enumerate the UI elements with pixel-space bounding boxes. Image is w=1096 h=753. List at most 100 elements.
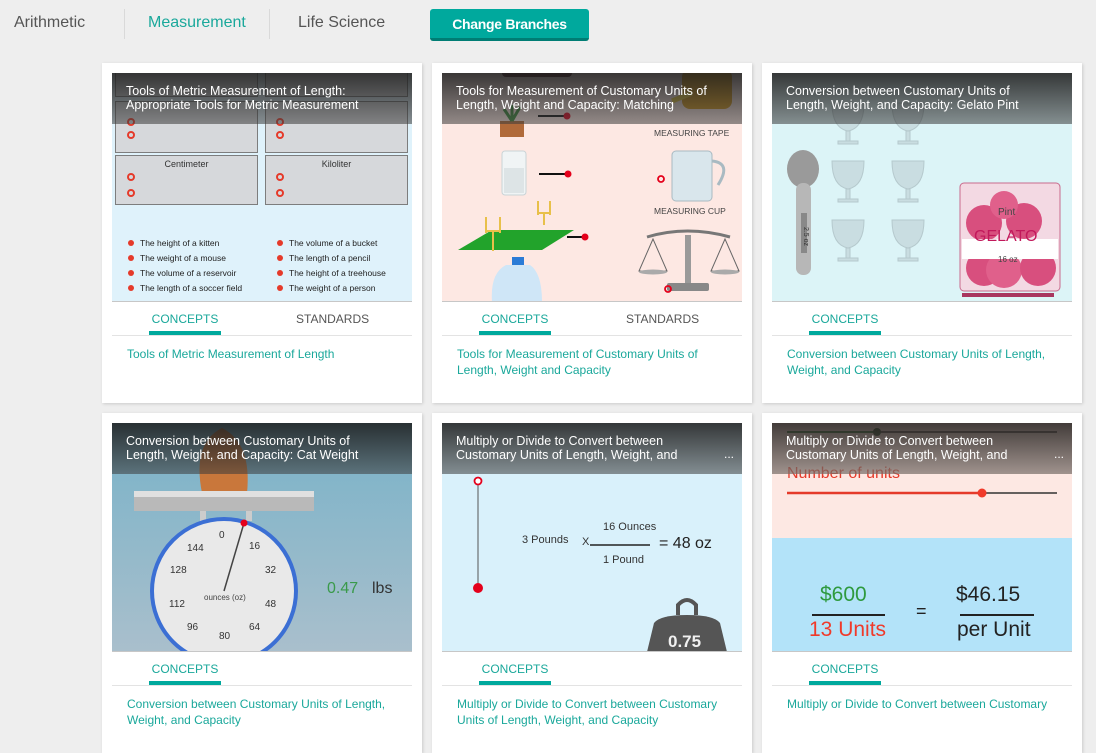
dial-label: 0 <box>219 530 225 541</box>
tab-concepts[interactable]: CONCEPTS <box>479 662 551 676</box>
draggable-item: The height of a kitten <box>140 238 220 248</box>
title-overlay: Multiply or Divide to Convert between Cu… <box>442 423 742 474</box>
ring-icon <box>127 189 135 197</box>
dial-label: 32 <box>265 565 277 576</box>
milk-jug-icon <box>491 265 542 301</box>
tab-concepts[interactable]: CONCEPTS <box>149 312 221 326</box>
title-overlay: Conversion between Customary Units of Le… <box>112 423 412 474</box>
tab-standards[interactable]: STANDARDS <box>626 312 699 326</box>
tab-concepts[interactable]: CONCEPTS <box>479 312 551 326</box>
measuring-cup-icon <box>671 150 713 202</box>
title-overlay: Conversion between Customary Units of Le… <box>772 73 1072 124</box>
tab-concepts[interactable]: CONCEPTS <box>149 662 221 676</box>
unit-rate-label: per Unit <box>957 618 1031 641</box>
card-tabs: CONCEPTS <box>772 303 1072 336</box>
slider-top-handle <box>473 476 483 486</box>
activity-thumbnail[interactable]: Number of units $600 13 Units = $46.15 p… <box>772 423 1072 652</box>
draggable-item: The length of a soccer field <box>140 283 243 293</box>
drop-box-centimeter: Centimeter <box>115 155 258 205</box>
concept-link[interactable]: Multiply or Divide to Convert between Cu… <box>457 696 737 728</box>
activity-title: Conversion between Customary Units of Le… <box>786 84 1019 112</box>
connector-dot <box>581 233 589 241</box>
concept-link[interactable]: Conversion between Customary Units of Le… <box>127 696 407 728</box>
title-overlay: Tools of Metric Measurement of Length: A… <box>112 73 412 124</box>
pint-label: Pint <box>998 207 1016 218</box>
title-overlay: Multiply or Divide to Convert between Cu… <box>772 423 1072 474</box>
dial-label: 96 <box>187 622 199 633</box>
ring-icon <box>127 131 135 139</box>
lhs-value: 3 Pounds <box>522 534 569 546</box>
result-value: = 48 oz <box>659 535 712 552</box>
title-overlay: Tools for Measurement of Customary Units… <box>442 73 742 124</box>
branch-tab-measurement[interactable]: Measurement <box>148 14 246 32</box>
bullet-icon <box>128 255 134 261</box>
tab-standards[interactable]: STANDARDS <box>296 312 369 326</box>
draggable-item: The weight of a mouse <box>140 253 226 263</box>
draggable-item: The volume of a bucket <box>289 238 378 248</box>
drop-box-kiloliter: Kiloliter <box>265 155 408 205</box>
activity-card: 3 Pounds X 16 Ounces 1 Pound = 48 oz 0.7… <box>432 413 752 753</box>
activity-thumbnail[interactable]: 2.5 oz Pint GELATO 16 oz Conversion betw… <box>772 73 1072 302</box>
card-tabs: CONCEPTS STANDARDS <box>112 303 412 336</box>
activity-thumbnail[interactable]: 0 16 32 48 64 80 96 112 128 144 ounces (… <box>112 423 412 652</box>
activity-thumbnail[interactable]: 3 Pounds X 16 Ounces 1 Pound = 48 oz 0.7… <box>442 423 742 652</box>
activity-title: Conversion between Customary Units of Le… <box>126 434 359 462</box>
ring-icon <box>276 131 284 139</box>
active-tab-indicator <box>149 681 221 685</box>
activity-thumbnail[interactable]: Centimeter Kiloliter The height of a kit… <box>112 73 412 302</box>
concept-link[interactable]: Tools of Metric Measurement of Length <box>127 346 407 362</box>
more-ellipsis: ... <box>1053 447 1064 461</box>
activity-title: Multiply or Divide to Convert between Cu… <box>786 434 1008 462</box>
gelato-label: GELATO <box>974 228 1038 245</box>
divider <box>124 9 125 39</box>
weight-value: 0.75 <box>668 632 702 651</box>
concept-link[interactable]: Conversion between Customary Units of Le… <box>787 346 1067 378</box>
concept-link[interactable]: Multiply or Divide to Convert between Cu… <box>787 696 1067 712</box>
tab-concepts[interactable]: CONCEPTS <box>809 312 881 326</box>
active-tab-indicator <box>149 331 221 335</box>
scale-platform <box>134 497 314 511</box>
activity-title: Multiply or Divide to Convert between Cu… <box>456 434 678 462</box>
activity-title: Tools for Measurement of Customary Units… <box>456 84 707 112</box>
change-branches-button[interactable]: Change Branches <box>430 9 589 41</box>
bullet-icon <box>128 270 134 276</box>
draggable-item: The weight of a person <box>289 283 376 293</box>
activity-card: 2.5 oz Pint GELATO 16 oz Conversion betw… <box>762 63 1082 403</box>
active-tab-indicator <box>479 681 551 685</box>
card-tabs: CONCEPTS STANDARDS <box>442 303 742 336</box>
bullet-icon <box>277 240 283 246</box>
activity-thumbnail[interactable]: MEASURING TAPE MEASURING CUP Tools for M… <box>442 73 742 302</box>
activity-card: MEASURING TAPE MEASURING CUP Tools for M… <box>432 63 752 403</box>
card-tabs: CONCEPTS <box>442 653 742 686</box>
box-label: Kiloliter <box>321 159 352 169</box>
unit-rate-value: $46.15 <box>956 583 1021 606</box>
tab-concepts[interactable]: CONCEPTS <box>809 662 881 676</box>
branch-tab-life-science[interactable]: Life Science <box>298 14 385 32</box>
bullet-icon <box>128 240 134 246</box>
dial-label: 64 <box>249 622 261 633</box>
total-amount: $600 <box>820 583 867 606</box>
bullet-icon <box>277 285 283 291</box>
active-tab-indicator <box>809 681 881 685</box>
box-label: Centimeter <box>164 159 209 169</box>
dial-label: 48 <box>265 599 277 610</box>
draggable-item: The length of a pencil <box>289 253 371 263</box>
branch-tab-arithmetic[interactable]: Arithmetic <box>14 14 85 32</box>
tool-label: MEASURING CUP <box>654 206 726 216</box>
tool-label: MEASURING TAPE <box>654 128 730 138</box>
activity-title: Tools of Metric Measurement of Length: A… <box>126 84 359 112</box>
ring-icon <box>127 173 135 181</box>
more-ellipsis: ... <box>723 447 734 461</box>
concept-link[interactable]: Tools for Measurement of Customary Units… <box>457 346 737 378</box>
weight-value: 0.47 <box>327 580 359 597</box>
dial-label: 80 <box>219 631 231 642</box>
dial-label: 144 <box>187 543 204 554</box>
ring-icon <box>276 189 284 197</box>
ring-icon <box>276 173 284 181</box>
football-field-icon <box>458 230 574 250</box>
slider-handle <box>473 583 483 593</box>
card-tabs: CONCEPTS <box>112 653 412 686</box>
card-tabs: CONCEPTS <box>772 653 1072 686</box>
unit-count: 13 Units <box>809 618 887 641</box>
connector-dot <box>564 170 572 178</box>
